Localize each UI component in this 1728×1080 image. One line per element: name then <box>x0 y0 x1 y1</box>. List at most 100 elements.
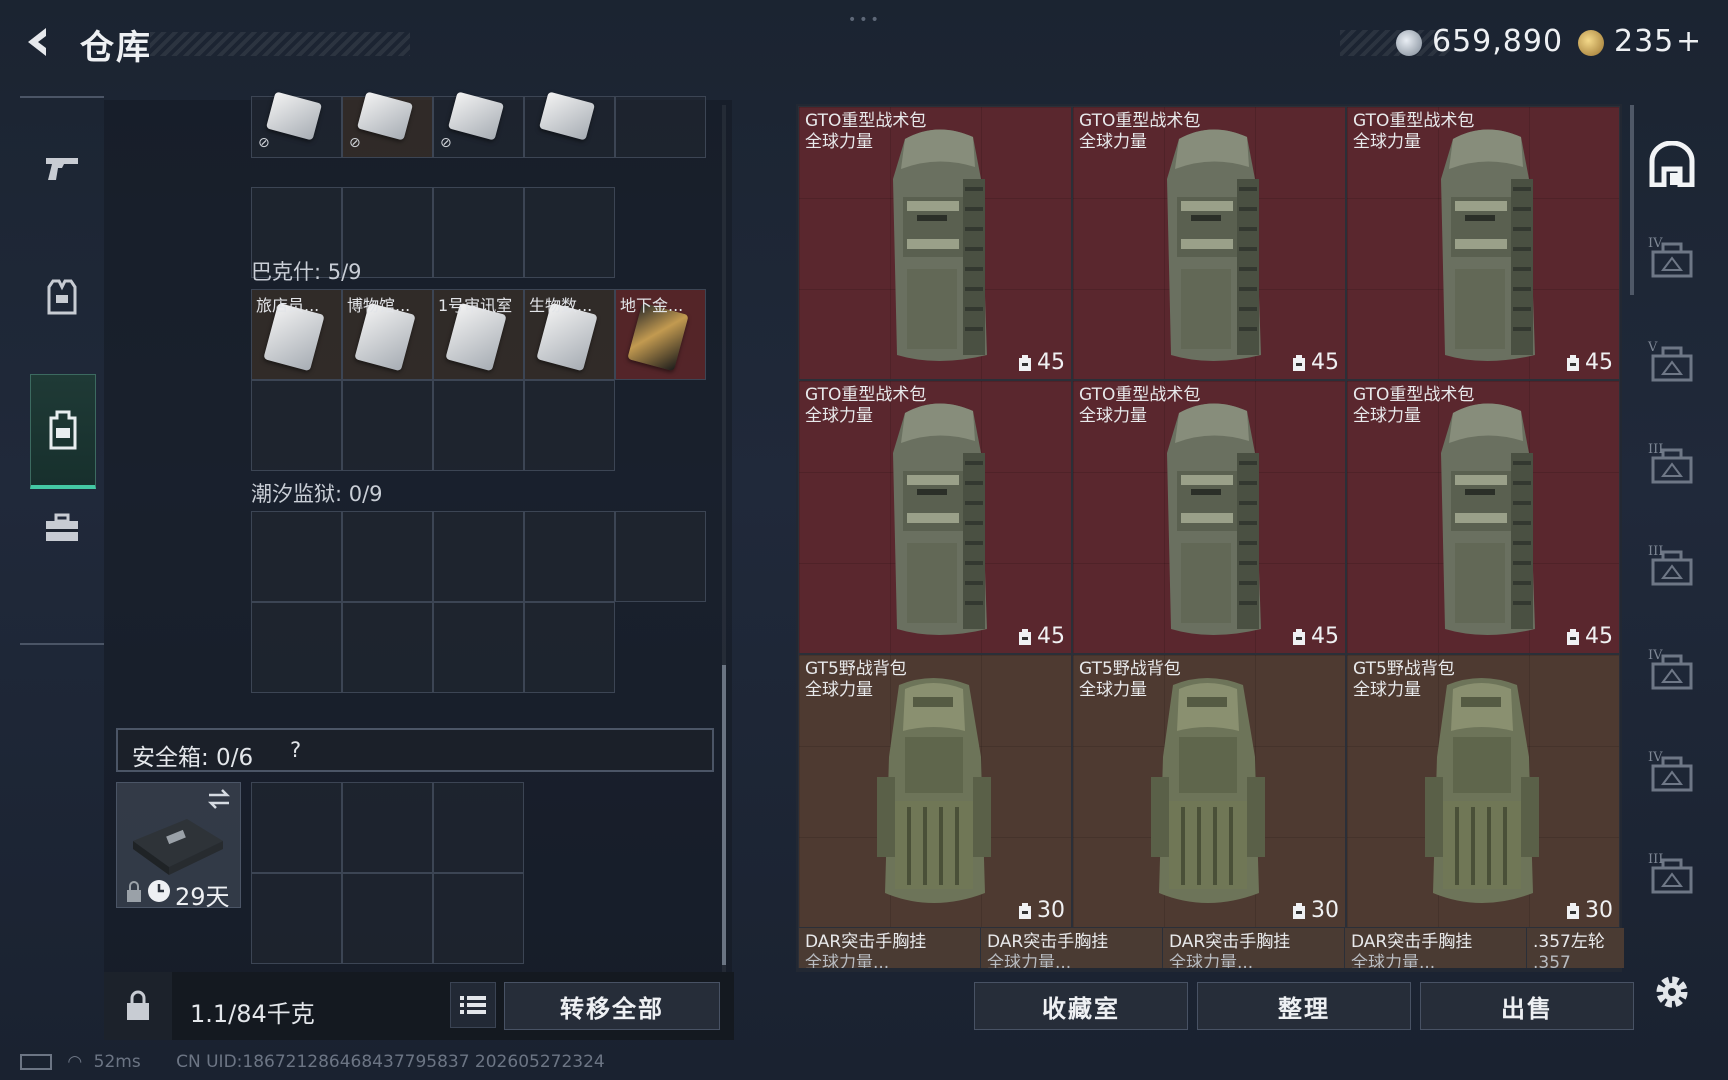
tab-container-1[interactable]: IV <box>1644 232 1700 288</box>
sidebar-item-equipment[interactable] <box>30 478 94 578</box>
grid-cell[interactable] <box>433 380 524 471</box>
backpack-item-slot[interactable]: GTO重型战术包 全球力量 45 <box>1346 380 1620 654</box>
partial-item-slot[interactable]: DAR突击手胸挂 全球力量... <box>1162 928 1344 968</box>
settings-button[interactable] <box>1644 964 1700 1020</box>
item-name: GT5野战背包 <box>1353 659 1455 679</box>
sell-button[interactable]: 出售 <box>1420 982 1634 1030</box>
grid-cell[interactable] <box>342 511 433 602</box>
grid-cell[interactable] <box>342 602 433 693</box>
toolbox-icon <box>46 513 78 541</box>
card-item <box>447 91 505 141</box>
sidebar-item-backpacks[interactable] <box>30 374 96 489</box>
grid-cell[interactable] <box>524 187 615 278</box>
tab-container-4[interactable]: III <box>1644 540 1700 596</box>
grid-cell[interactable]: ⊘ <box>251 91 342 158</box>
grid-cell[interactable] <box>342 380 433 471</box>
back-button[interactable] <box>18 22 62 66</box>
grid-cell[interactable] <box>524 511 615 602</box>
backpack-item-slot[interactable]: GT5野战背包 全球力量 30 <box>1072 654 1346 928</box>
grid-cell-card[interactable]: 1号审讯室 <box>433 289 524 380</box>
grid-cell[interactable] <box>342 873 433 964</box>
lock-icon <box>127 881 141 902</box>
grid-cell[interactable] <box>433 602 524 693</box>
grid-cell[interactable] <box>251 511 342 602</box>
organize-button[interactable]: 整理 <box>1197 982 1411 1030</box>
tab-armory[interactable] <box>1644 136 1700 192</box>
grid-cell[interactable] <box>524 91 615 158</box>
safe-case-icon <box>133 819 223 875</box>
drag-handle[interactable]: ••• <box>848 12 882 28</box>
partial-item-slot[interactable]: DAR突击手胸挂 全球力量... <box>1344 928 1526 968</box>
heavy-tactical-backpack-image <box>1425 119 1545 371</box>
grid-cell[interactable] <box>251 602 342 693</box>
grid-cell-card[interactable]: 生物数... <box>524 289 615 380</box>
tab-container-5[interactable]: IV <box>1644 644 1700 700</box>
item-name-block: GTO重型战术包 全球力量 <box>1079 111 1200 153</box>
heavy-tactical-backpack-image <box>1151 119 1271 371</box>
backpack-item-slot[interactable]: GTO重型战术包 全球力量 45 <box>1346 106 1620 380</box>
gold-add-button[interactable]: + <box>1676 24 1702 59</box>
tab-container-6[interactable]: IV <box>1644 746 1700 802</box>
grid-cell[interactable] <box>433 873 524 964</box>
partial-item-slot[interactable]: .357左轮 .357 <box>1526 928 1624 968</box>
grid-cell[interactable] <box>433 511 524 602</box>
grid-cell[interactable] <box>251 873 342 964</box>
item-name: GTO重型战术包 <box>1353 111 1475 131</box>
grid-cell[interactable] <box>524 602 615 693</box>
grid-cell[interactable] <box>433 187 524 278</box>
no-insurance-icon: ⊘ <box>440 135 452 151</box>
grid-cell[interactable] <box>433 782 524 873</box>
backpack-item-slot[interactable]: GTO重型战术包 全球力量 45 <box>1072 106 1346 380</box>
tab-container-3[interactable]: III <box>1644 438 1700 494</box>
tier-label: IV <box>1648 648 1663 663</box>
list-view-button[interactable] <box>450 982 496 1028</box>
grid-cell[interactable]: ⊘ <box>433 91 524 158</box>
heavy-tactical-backpack-image <box>1151 393 1271 645</box>
item-scroll-thumb[interactable] <box>1630 105 1634 295</box>
partial-item-slot[interactable]: DAR突击手胸挂 全球力量... <box>798 928 980 968</box>
collection-room-button[interactable]: 收藏室 <box>974 982 1188 1030</box>
item-name: GTO重型战术包 <box>1079 111 1201 131</box>
tier-label: IV <box>1648 236 1663 251</box>
lock-button[interactable] <box>104 972 172 1040</box>
grid-cell[interactable] <box>251 782 342 873</box>
backpack-item-slot[interactable]: GT5野战背包 全球力量 30 <box>1346 654 1620 928</box>
item-faction: 全球力量 <box>1353 132 1421 152</box>
tab-container-2[interactable]: V <box>1644 336 1700 392</box>
item-name-block: GTO重型战术包 全球力量 <box>1353 111 1474 153</box>
uid-readout: CN UID:1867212864684377958​37 2026052723… <box>176 1052 605 1072</box>
sidebar-item-weapons[interactable] <box>30 118 94 218</box>
transfer-all-button[interactable]: 转移全部 <box>504 982 720 1030</box>
item-capacity: 45 <box>1017 624 1065 649</box>
help-icon[interactable]: ? <box>290 738 301 762</box>
grid-cell-card[interactable]: 博物馆... <box>342 289 433 380</box>
tier-label: III <box>1648 544 1664 559</box>
grid-cell[interactable]: ⊘ <box>342 91 433 158</box>
title-stripe <box>150 32 410 56</box>
item-name: GTO重型战术包 <box>805 385 927 405</box>
grid-cell[interactable] <box>251 380 342 471</box>
grid-cell-card[interactable]: 地下金... <box>615 289 706 380</box>
item-name-block: DAR突击手胸挂 全球力量... <box>987 932 1108 968</box>
sidebar-item-armor[interactable] <box>30 248 94 348</box>
backpack-item-slot[interactable]: GTO重型战术包 全球力量 45 <box>798 106 1072 380</box>
partial-item-slot[interactable]: DAR突击手胸挂 全球力量... <box>980 928 1162 968</box>
grid-cell[interactable] <box>342 782 433 873</box>
storage-scroll-thumb[interactable] <box>722 665 726 965</box>
grid-cell[interactable] <box>615 511 706 602</box>
gear-icon <box>1656 976 1688 1008</box>
backpack-item-slot[interactable]: GTO重型战术包 全球力量 45 <box>1072 380 1346 654</box>
backpack-capacity-icon <box>1019 628 1031 645</box>
list-icon <box>460 996 486 1014</box>
backpack-item-slot[interactable]: GT5野战背包 全球力量 30 <box>798 654 1072 928</box>
safe-box-slot[interactable]: 29天 <box>116 782 241 911</box>
item-name: DAR突击手胸挂 <box>987 932 1109 952</box>
tab-container-7[interactable]: III <box>1644 848 1700 904</box>
grid-cell[interactable] <box>524 380 615 471</box>
grid-cell-card[interactable]: 旅店员... <box>251 289 342 380</box>
grid-cell[interactable] <box>615 96 706 158</box>
tier-label: V <box>1648 340 1658 355</box>
swap-icon[interactable] <box>205 787 233 811</box>
card-label: 生物数... <box>529 296 593 315</box>
backpack-item-slot[interactable]: GTO重型战术包 全球力量 45 <box>798 380 1072 654</box>
